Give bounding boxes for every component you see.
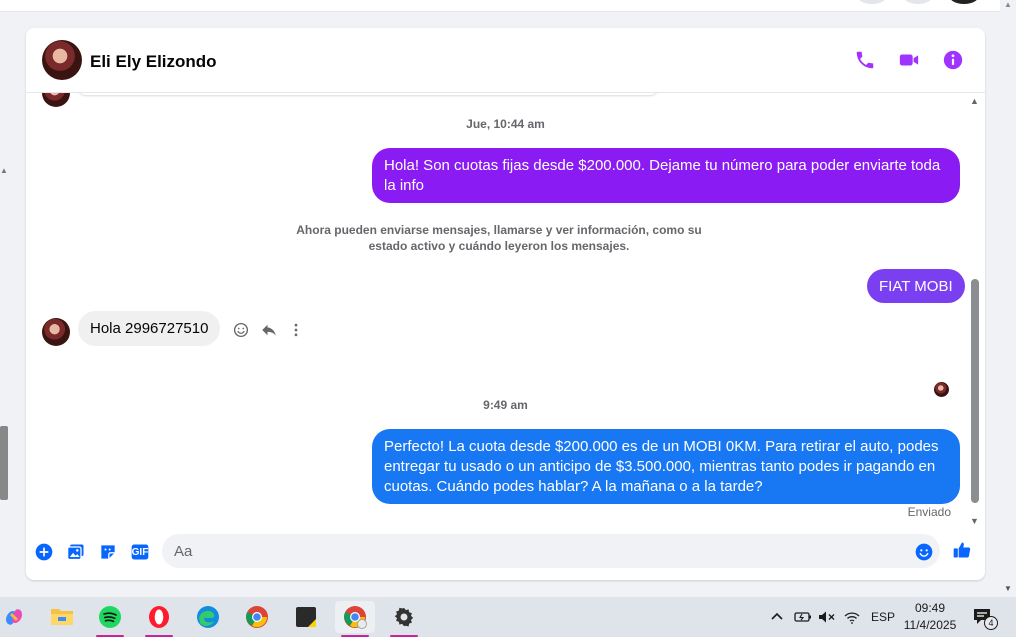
timestamp: Jue, 10:44 am	[466, 117, 545, 131]
chat-window: Eli Ely Elizondo Jue, 10:44 am Hola! Son…	[26, 28, 985, 580]
chrome-icon[interactable]	[237, 601, 277, 633]
reply-icon[interactable]	[257, 318, 281, 342]
incoming-sender-avatar[interactable]	[42, 318, 70, 346]
show-hidden-icons[interactable]	[770, 597, 784, 637]
system-clock[interactable]: 09:49 11/4/2025	[898, 600, 962, 634]
profile-avatar-top[interactable]	[948, 0, 980, 4]
system-note: Ahora pueden enviarse mensajes, llamarse…	[296, 223, 702, 253]
message-input[interactable]	[162, 534, 940, 568]
previous-sender-avatar	[42, 93, 70, 107]
more-options-icon[interactable]	[284, 318, 308, 342]
composer: GIF	[26, 528, 985, 580]
read-receipt-avatar	[934, 382, 949, 397]
info-icon[interactable]	[941, 48, 965, 72]
language-indicator[interactable]: ESP	[871, 597, 895, 637]
sticky-notes-icon[interactable]	[286, 601, 326, 633]
phone-icon[interactable]	[853, 48, 877, 72]
wifi-icon[interactable]	[844, 597, 860, 637]
settings-icon[interactable]	[384, 601, 424, 637]
contact-avatar[interactable]	[42, 40, 82, 80]
clock-date: 11/4/2025	[903, 618, 957, 632]
plus-icon[interactable]	[32, 540, 56, 564]
previous-message-bubble[interactable]	[78, 93, 658, 95]
message-status: Enviado	[907, 505, 951, 519]
outgoing-message[interactable]: FIAT MOBI	[867, 269, 965, 303]
clock-time: 09:49	[914, 601, 946, 615]
video-call-icon[interactable]	[897, 48, 921, 72]
top-button-2[interactable]	[902, 0, 934, 4]
chat-scrollbar[interactable]: ▲ ▼	[969, 96, 981, 526]
battery-icon[interactable]	[794, 597, 812, 637]
photo-icon[interactable]	[64, 540, 88, 564]
contact-name[interactable]: Eli Ely Elizondo	[90, 52, 217, 72]
timestamp: 9:49 am	[483, 398, 528, 412]
left-scroll-thumb[interactable]	[0, 426, 8, 500]
chat-scrollbar-thumb[interactable]	[971, 279, 979, 503]
volume-muted-icon[interactable]	[818, 597, 836, 637]
chat-header: Eli Ely Elizondo	[26, 28, 985, 93]
gif-icon[interactable]: GIF	[128, 540, 152, 564]
notification-count: 4	[984, 616, 998, 630]
outgoing-message[interactable]: Perfecto! La cuota desde $200.000 es de …	[372, 429, 960, 504]
edge-icon[interactable]	[188, 601, 228, 633]
spotify-icon[interactable]	[90, 601, 130, 637]
opera-icon[interactable]	[139, 601, 179, 637]
outgoing-message[interactable]: Hola! Son cuotas fijas desde $200.000. D…	[372, 148, 960, 203]
copilot-icon[interactable]	[0, 601, 34, 633]
react-icon[interactable]	[229, 318, 253, 342]
left-scroll-arrow: ▲	[0, 166, 8, 175]
emoji-icon[interactable]	[912, 540, 936, 564]
sticker-icon[interactable]	[96, 540, 120, 564]
like-icon[interactable]	[950, 538, 974, 562]
incoming-message[interactable]: Hola 2996727510	[78, 311, 221, 346]
page-scrollbar[interactable]: ▲ ▼	[1000, 0, 1016, 597]
chrome-profile-icon[interactable]	[335, 601, 375, 637]
notifications-icon[interactable]: 4	[972, 597, 998, 637]
windows-taskbar: ESP 09:49 11/4/2025 4	[0, 597, 1016, 637]
message-list[interactable]: Jue, 10:44 am Hola! Son cuotas fijas des…	[26, 93, 985, 525]
gif-label: GIF	[131, 546, 149, 558]
top-button-1[interactable]	[856, 0, 888, 4]
file-explorer-icon[interactable]	[42, 601, 82, 633]
top-strip	[0, 0, 1000, 12]
